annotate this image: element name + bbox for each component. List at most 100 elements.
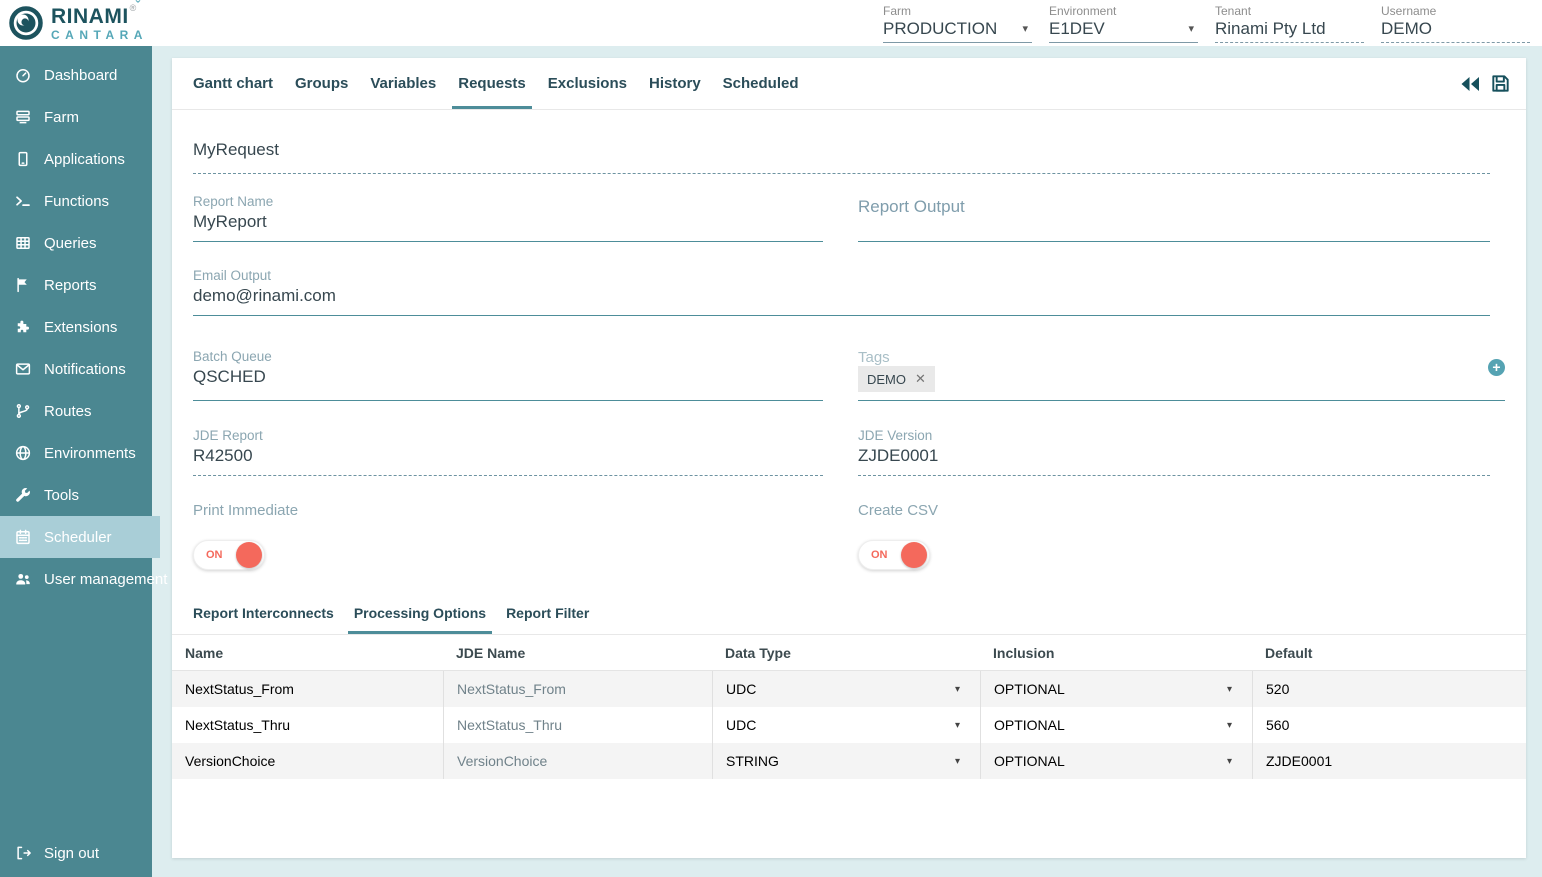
app-header: RINAMI ˇ ® CANTARA Farm PRODUCTION ▾ Env… xyxy=(0,0,1542,46)
sidebar-item-label: Queries xyxy=(44,235,97,252)
report-output-input[interactable]: Report Output xyxy=(858,194,1490,242)
jde-report-label: JDE Report xyxy=(193,428,823,443)
calendar-icon xyxy=(13,528,33,546)
farm-select[interactable]: Farm PRODUCTION ▾ xyxy=(883,4,1032,43)
inclusion-select[interactable]: OPTIONAL ▾ xyxy=(980,743,1252,779)
toolbar xyxy=(1458,58,1512,109)
sidebar-item-user-management[interactable]: User management xyxy=(0,558,152,600)
remove-tag-icon[interactable]: ✕ xyxy=(915,371,926,387)
sidebar-item-label: Scheduler xyxy=(44,529,112,546)
environment-select[interactable]: Environment E1DEV ▾ xyxy=(1049,4,1198,43)
subtab-processing-options[interactable]: Processing Options xyxy=(348,593,492,634)
jde-version-value: ZJDE0001 xyxy=(858,443,1490,475)
sidebar-item-label: Extensions xyxy=(44,319,117,336)
sidebar-item-extensions[interactable]: Extensions xyxy=(0,306,152,348)
sidebar-item-functions[interactable]: Functions xyxy=(0,180,152,222)
tenant-label: Tenant xyxy=(1215,4,1364,18)
username-field[interactable]: Username DEMO xyxy=(1381,4,1530,43)
table-icon xyxy=(13,234,33,252)
tenant-value: Rinami Pty Ltd xyxy=(1215,19,1326,39)
tab-requests[interactable]: Requests xyxy=(452,58,532,109)
subtab-report-filter[interactable]: Report Filter xyxy=(500,593,595,634)
print-immediate-toggle[interactable]: ON xyxy=(193,540,265,570)
batch-queue-value: QSCHED xyxy=(193,364,823,396)
tags-label: Tags xyxy=(858,349,1505,366)
environment-label: Environment xyxy=(1049,4,1198,18)
batch-queue-label: Batch Queue xyxy=(193,349,823,364)
email-output-value: demo@rinami.com xyxy=(193,283,1490,315)
row-default-value[interactable]: 520 xyxy=(1252,671,1526,707)
app-logo[interactable]: RINAMI ˇ ® CANTARA xyxy=(0,5,148,41)
request-name-input[interactable]: MyRequest xyxy=(193,137,1490,174)
tab-groups[interactable]: Groups xyxy=(289,58,354,109)
dashboard-icon xyxy=(13,66,33,84)
data-type-select[interactable]: UDC ▾ xyxy=(712,671,980,707)
sidebar-item-label: User management xyxy=(44,571,167,588)
sidebar-item-environments[interactable]: Environments xyxy=(0,432,152,474)
sidebar-item-dashboard[interactable]: Dashboard xyxy=(0,54,152,96)
username-value: DEMO xyxy=(1381,19,1432,39)
table-header: Name JDE Name Data Type Inclusion Defaul… xyxy=(172,635,1526,671)
row-default-value[interactable]: ZJDE0001 xyxy=(1252,743,1526,779)
subtab-report-interconnects[interactable]: Report Interconnects xyxy=(187,593,340,634)
data-type-select[interactable]: UDC ▾ xyxy=(712,707,980,743)
sidebar: Dashboard Farm Applications Functions Qu… xyxy=(0,46,152,877)
wrench-icon xyxy=(13,486,33,504)
sidebar-item-applications[interactable]: Applications xyxy=(0,138,152,180)
sidebar-item-label: Notifications xyxy=(44,361,126,378)
tab-bar: Gantt chart Groups Variables Requests Ex… xyxy=(172,58,1526,110)
content-card: Gantt chart Groups Variables Requests Ex… xyxy=(172,58,1526,858)
tab-history[interactable]: History xyxy=(643,58,707,109)
row-name: VersionChoice xyxy=(172,743,443,779)
farm-value: PRODUCTION xyxy=(883,19,997,39)
envelope-icon xyxy=(13,360,33,378)
sidebar-item-routes[interactable]: Routes xyxy=(0,390,152,432)
sidebar-item-tools[interactable]: Tools xyxy=(0,474,152,516)
rewind-icon[interactable] xyxy=(1458,72,1482,96)
row-jde-name: NextStatus_From xyxy=(443,671,712,707)
tab-variables[interactable]: Variables xyxy=(364,58,442,109)
sidebar-item-queries[interactable]: Queries xyxy=(0,222,152,264)
brand-caron-mark: ˇ xyxy=(136,0,140,12)
row-default-value[interactable]: 560 xyxy=(1252,707,1526,743)
sidebar-item-notifications[interactable]: Notifications xyxy=(0,348,152,390)
tab-gantt-chart[interactable]: Gantt chart xyxy=(187,58,279,109)
tenant-field[interactable]: Tenant Rinami Pty Ltd xyxy=(1215,4,1364,43)
save-icon[interactable] xyxy=(1489,72,1512,95)
sidebar-item-label: Reports xyxy=(44,277,97,294)
jde-version-label: JDE Version xyxy=(858,428,1490,443)
tag-chip: DEMO ✕ xyxy=(858,366,935,392)
sidebar-item-reports[interactable]: Reports xyxy=(0,264,152,306)
batch-queue-input[interactable]: Batch Queue QSCHED xyxy=(193,349,823,401)
chevron-down-icon: ▾ xyxy=(1227,684,1232,695)
chevron-down-icon: ▾ xyxy=(1227,720,1232,731)
tab-exclusions[interactable]: Exclusions xyxy=(542,58,633,109)
sidebar-item-label: Sign out xyxy=(44,845,99,862)
chevron-down-icon: ▾ xyxy=(1227,756,1232,767)
card-empty-space xyxy=(172,779,1526,858)
row-name: NextStatus_Thru xyxy=(172,707,443,743)
detail-tab-bar: Report Interconnects Processing Options … xyxy=(172,593,1526,635)
tags-input[interactable]: Tags DEMO ✕ + xyxy=(858,349,1505,401)
add-tag-button[interactable]: + xyxy=(1488,359,1505,376)
data-type-select[interactable]: STRING ▾ xyxy=(712,743,980,779)
tablet-icon xyxy=(13,150,33,168)
sidebar-item-farm[interactable]: Farm xyxy=(0,96,152,138)
create-csv-toggle[interactable]: ON xyxy=(858,540,930,570)
inclusion-select[interactable]: OPTIONAL ▾ xyxy=(980,707,1252,743)
sidebar-item-sign-out[interactable]: Sign out xyxy=(0,832,152,874)
email-output-input[interactable]: Email Output demo@rinami.com xyxy=(193,268,1490,316)
sign-out-icon xyxy=(13,844,33,862)
column-header-inclusion: Inclusion xyxy=(980,635,1252,670)
sidebar-item-label: Tools xyxy=(44,487,79,504)
create-csv-label: Create CSV xyxy=(858,502,1490,519)
toggle-state-label: ON xyxy=(206,549,223,561)
tab-scheduled[interactable]: Scheduled xyxy=(717,58,805,109)
jde-version-input[interactable]: JDE Version ZJDE0001 xyxy=(858,428,1490,476)
inclusion-select[interactable]: OPTIONAL ▾ xyxy=(980,671,1252,707)
sidebar-item-scheduler[interactable]: Scheduler xyxy=(0,516,160,558)
sidebar-item-label: Routes xyxy=(44,403,92,420)
report-name-input[interactable]: Report Name MyReport xyxy=(193,194,823,242)
column-header-data-type: Data Type xyxy=(712,635,980,670)
jde-report-input[interactable]: JDE Report R42500 xyxy=(193,428,823,476)
